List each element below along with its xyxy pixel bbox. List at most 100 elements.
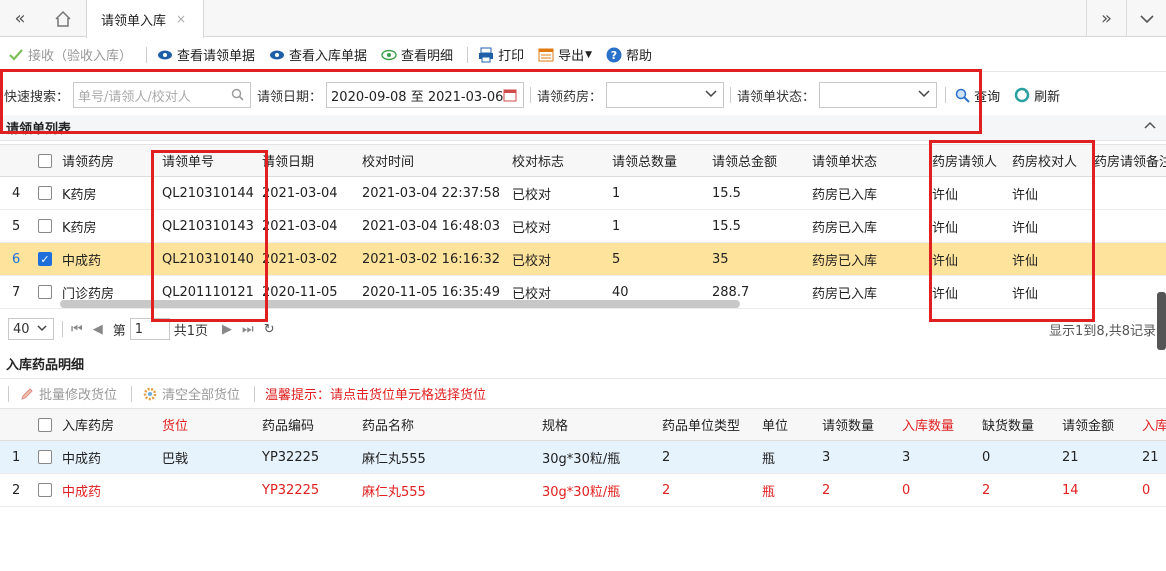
cell-pharmacy: 中成药 xyxy=(62,484,102,500)
date-range-value: 2020-09-08 至 2021-03-06 xyxy=(331,89,504,105)
export-button[interactable]: 导出 ▼ xyxy=(538,45,592,64)
cell-qty: 1 xyxy=(612,218,621,234)
help-button[interactable]: ? 帮助 xyxy=(606,45,652,64)
status-select[interactable] xyxy=(819,82,938,108)
cell-unit: 瓶 xyxy=(762,484,776,500)
prev-page-icon[interactable]: ◀ xyxy=(93,322,103,337)
col-header[interactable]: 药品单位类型 xyxy=(662,409,740,440)
pharmacy-select[interactable] xyxy=(606,82,725,108)
tip-text: 温馨提示：请点击货位单元格选择货位 xyxy=(265,388,487,403)
batch-edit-button[interactable]: 批量修改货位 xyxy=(19,384,117,403)
cell-name: 麻仁丸555 xyxy=(362,451,426,467)
cell-in-amount: 0 xyxy=(1142,482,1151,498)
quick-search-label: 快速搜索： xyxy=(4,89,70,105)
refresh-button[interactable]: 刷新 xyxy=(1014,86,1060,105)
col-header[interactable]: 入库数量 xyxy=(902,409,954,440)
row-checkbox[interactable] xyxy=(38,441,58,473)
col-header[interactable]: 单位 xyxy=(762,409,788,440)
col-header[interactable]: 请领数量 xyxy=(822,409,874,440)
row-checkbox[interactable] xyxy=(38,177,58,209)
col-header[interactable]: 请领金额 xyxy=(1062,409,1114,440)
cell-unit-type: 2 xyxy=(662,449,671,465)
table-row[interactable]: 5 K药房 QL210310143 2021-03-04 2021-03-04 16:4… xyxy=(0,210,1166,243)
page-size-select[interactable]: 40 xyxy=(8,318,54,340)
cell-status: 药房已入库 xyxy=(812,187,878,203)
detail-table-header: 入库药房 货位 药品编码 药品名称 规格 药品单位类型 单位 请领数量 入库数量… xyxy=(0,408,1166,441)
divider xyxy=(131,385,133,402)
date-range-input[interactable]: 2020-09-08 至 2021-03-06 xyxy=(326,82,525,108)
row-number: 1 xyxy=(12,449,21,465)
clear-all-button[interactable]: 清空全部货位 xyxy=(142,384,240,403)
receive-button[interactable]: 接收（验收入库） xyxy=(8,45,132,64)
col-header[interactable]: 药品编码 xyxy=(262,409,314,440)
first-page-icon[interactable]: ⏮ xyxy=(71,322,83,337)
calendar-icon[interactable] xyxy=(503,88,517,105)
search-icon[interactable] xyxy=(231,88,244,104)
cell-qty: 1 xyxy=(612,185,621,201)
select-all-checkbox[interactable] xyxy=(38,409,58,440)
page-number-input[interactable]: 1 xyxy=(129,318,170,340)
cell-amount: 15.5 xyxy=(712,218,741,234)
col-header[interactable]: 入库药房 xyxy=(62,409,114,440)
col-header[interactable]: 药品名称 xyxy=(362,409,414,440)
pencil-icon xyxy=(19,386,35,402)
collapse-left-icon[interactable]: « xyxy=(0,0,40,37)
col-header[interactable]: 校对标志 xyxy=(512,145,564,176)
cell-pharmacy: K药房 xyxy=(62,187,97,203)
col-header[interactable]: 请领日期 xyxy=(262,145,314,176)
row-checkbox[interactable] xyxy=(38,210,58,242)
receive-label: 接收（验收入库） xyxy=(28,49,133,64)
view-inbound-button[interactable]: 查看入库单据 xyxy=(269,45,367,64)
col-header[interactable]: 入库 xyxy=(1142,409,1166,440)
cell-pharmacy: 中成药 xyxy=(62,451,102,467)
cell-spec: 30g*30粒/瓶 xyxy=(542,451,621,467)
col-header[interactable]: 请领药房 xyxy=(62,145,114,176)
col-header[interactable]: 货位 xyxy=(162,409,188,440)
table-row[interactable]: 2 中成药 YP32225 麻仁丸555 30g*30粒/瓶 2 瓶 2 0 2 14 0 xyxy=(0,474,1166,507)
row-checkbox[interactable] xyxy=(38,276,58,308)
home-icon[interactable] xyxy=(43,0,83,37)
next-page-icon[interactable]: ▶ xyxy=(222,322,232,337)
view-request-button[interactable]: 查看请领单据 xyxy=(157,45,255,64)
print-label: 打印 xyxy=(498,49,525,64)
chevron-up-icon[interactable] xyxy=(1144,120,1156,135)
col-header[interactable]: 缺货数量 xyxy=(982,409,1034,440)
cell-qty: 5 xyxy=(612,251,621,267)
cell-location[interactable]: 巴戟 xyxy=(162,441,188,473)
cell-checker: 许仙 xyxy=(1012,253,1039,269)
chevron-down-icon[interactable] xyxy=(1126,0,1166,37)
row-checkbox[interactable] xyxy=(38,474,58,506)
vertical-scrollbar[interactable] xyxy=(1157,292,1166,350)
col-header[interactable]: 药房请领备注 xyxy=(1094,145,1166,176)
col-header[interactable]: 请领总数量 xyxy=(612,145,677,176)
row-number: 5 xyxy=(12,218,21,234)
query-button[interactable]: 查询 xyxy=(954,86,1000,105)
row-checkbox[interactable]: ✓ xyxy=(38,243,58,275)
select-all-checkbox[interactable] xyxy=(38,145,58,176)
col-header[interactable]: 规格 xyxy=(542,409,568,440)
print-button[interactable]: 打印 xyxy=(478,45,524,64)
help-label: 帮助 xyxy=(626,49,653,64)
col-header[interactable]: 药房请领人 xyxy=(932,145,997,176)
col-header[interactable]: 请领单号 xyxy=(162,145,214,176)
col-header[interactable]: 校对时间 xyxy=(362,145,414,176)
last-page-icon[interactable]: ⏭ xyxy=(242,322,254,337)
view-detail-button[interactable]: 查看明细 xyxy=(381,45,453,64)
table-row[interactable]: 6 ✓ 中成药 QL210310140 2021-03-02 2021-03-02 16:… xyxy=(0,243,1166,276)
cell-code: YP32225 xyxy=(262,482,320,498)
table-row[interactable]: 1 中成药 巴戟 YP32225 麻仁丸555 30g*30粒/瓶 2 瓶 3 3 0 21 21 xyxy=(0,441,1166,474)
reload-icon[interactable]: ↻ xyxy=(264,322,275,337)
table-row[interactable]: 4 K药房 QL210310144 2021-03-04 2021-03-04 22:3… xyxy=(0,177,1166,210)
horizontal-scrollbar[interactable] xyxy=(60,300,740,308)
export-label: 导出 xyxy=(558,49,585,64)
col-header[interactable]: 请领总金额 xyxy=(712,145,777,176)
eye-icon xyxy=(269,47,285,63)
cell-status: 药房已入库 xyxy=(812,253,878,269)
collapse-right-icon[interactable]: » xyxy=(1086,0,1126,37)
tab-request-inbound[interactable]: 请领单入库 × xyxy=(86,0,204,38)
col-header[interactable]: 药房校对人 xyxy=(1012,145,1077,176)
cell-code: YP32225 xyxy=(262,449,320,465)
tab-close-icon[interactable]: × xyxy=(176,12,186,26)
quick-search-input[interactable]: 单号/请领人/校对人 xyxy=(73,82,252,108)
col-header[interactable]: 请领单状态 xyxy=(812,145,877,176)
